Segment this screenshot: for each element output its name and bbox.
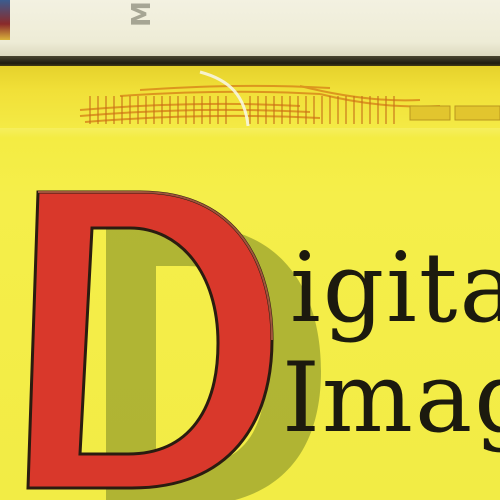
upper-book-spine: M	[0, 0, 500, 60]
orange-line-pattern	[79, 70, 500, 127]
spine-top-band	[0, 66, 500, 128]
title-line-2: Imag	[282, 342, 500, 454]
initial-letter-d	[26, 190, 274, 490]
spine-gloss	[0, 128, 500, 138]
photo-scene: M igita Ima	[0, 0, 500, 500]
upper-book-spine-letter: M	[127, 1, 157, 27]
upper-book-color-edge	[0, 0, 10, 40]
title-line-1: igita	[290, 232, 500, 344]
